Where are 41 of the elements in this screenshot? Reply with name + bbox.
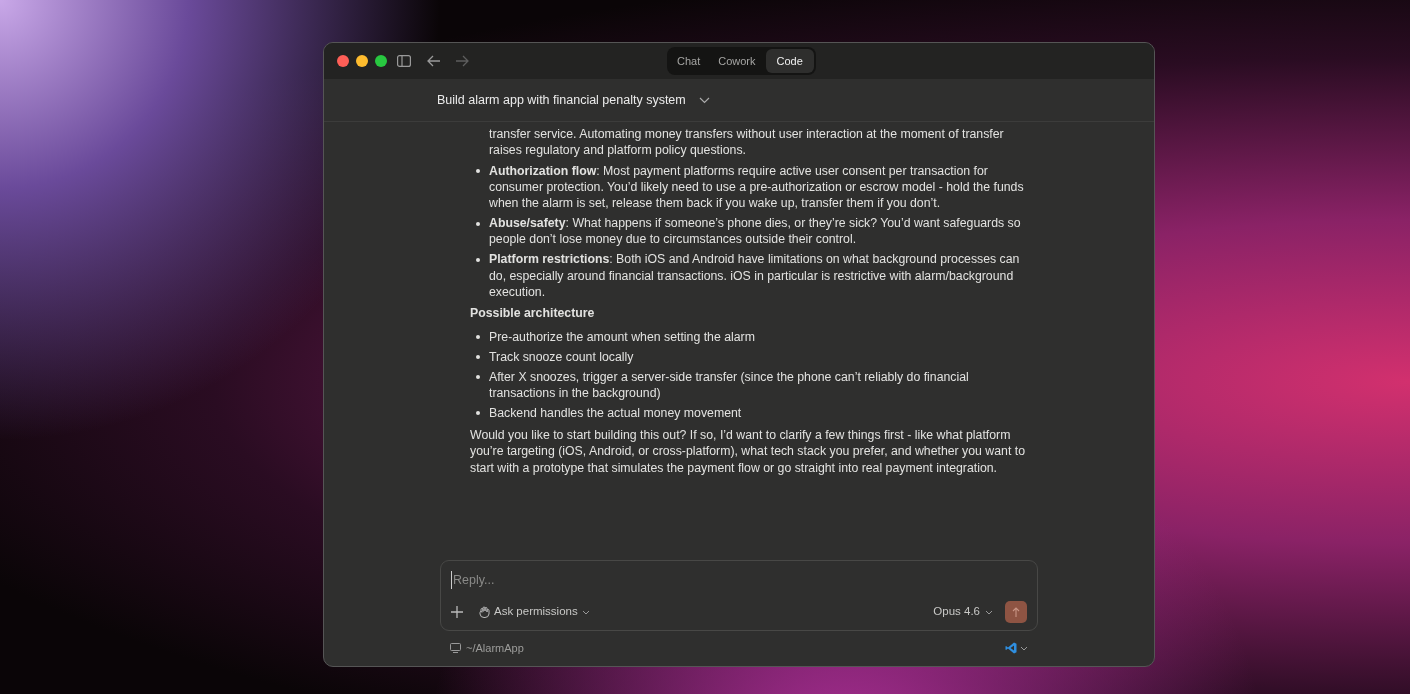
list-item-text: Pre-authorize the amount when setting the alarm	[489, 328, 755, 345]
model-dropdown[interactable]: Opus 4.6	[933, 603, 993, 621]
section-heading: Possible architecture	[470, 305, 596, 322]
bullet-icon	[476, 221, 480, 226]
send-button[interactable]	[1005, 601, 1027, 623]
hand-icon	[479, 606, 490, 618]
bullet-icon	[476, 169, 480, 174]
list-item-text: After X snoozes, trigger a server-side transfer (since the phone can’t reliably do financial transactions in the background)	[489, 368, 970, 402]
list-item-text: Authorization flow: Most payment platforms require active user consent per transaction for consumer protection. You’d likely need to use a pre-authorization or escrow model - hold the funds when the alarm is set, release them back if you wake up, transfer them if you don’t.	[489, 162, 1025, 212]
mode-tab[interactable]: Code	[765, 49, 814, 73]
permissions-dropdown[interactable]: Ask permissions	[479, 603, 590, 621]
list-item-text: transfer service. Automating money transfers without user interaction at the moment of transfer raises regulatory and platform policy questions.	[488, 126, 1005, 159]
list-item-text: Abuse/safety: What happens if someone’s phone dies, or they’re sick? You’d want safeguards so people don’t lose money due to circumstances outside their control.	[489, 215, 1022, 248]
back-arrow-icon[interactable]	[427, 55, 441, 67]
project-path[interactable]: ~/AlarmApp	[466, 639, 524, 657]
bullet-icon	[476, 411, 480, 416]
arrow-up-icon	[1012, 607, 1020, 617]
minimize-button[interactable]	[356, 55, 368, 67]
list-item-text: Track snooze count locally	[489, 348, 634, 365]
close-button[interactable]	[337, 55, 349, 67]
chevron-down-icon[interactable]	[698, 96, 710, 104]
mode-tab[interactable]: Cowork	[710, 49, 764, 73]
list-item-text: Backend handles the actual money movement	[489, 404, 742, 422]
code-editor-icon[interactable]	[1005, 642, 1017, 654]
mode-tab[interactable]: Chat	[669, 49, 709, 73]
sidebar-toggle-icon[interactable]	[397, 55, 411, 67]
message-paragraph: Would you like to start building this out? If so, I’d want to clarify a few things first - like what platform you’re targeting (iOS, Android, or cross-platform), what tech stack you prefer, and whether you want to start with a prototype that simulates the payment flow or go straight into real payment integration.	[470, 427, 1026, 477]
bullet-icon	[476, 257, 480, 262]
bullet-icon	[476, 375, 480, 380]
chevron-down-icon[interactable]	[1020, 645, 1028, 651]
reply-input-field[interactable]: Reply...	[451, 571, 1027, 589]
plus-icon[interactable]	[451, 606, 463, 618]
conversation-title[interactable]: Build alarm app with financial penalty system	[437, 90, 686, 110]
zoom-button[interactable]	[375, 55, 387, 67]
monitor-icon	[450, 643, 461, 653]
bullet-icon	[476, 335, 480, 340]
chevron-down-icon	[985, 609, 993, 615]
list-item-text: Platform restrictions: Both iOS and Android have limitations on what background processes can do, especially around financial transactions. iOS in particular is restrictive with alarm/background execution.	[489, 251, 1021, 301]
chevron-down-icon	[581, 609, 590, 615]
bullet-icon	[476, 355, 480, 360]
forward-arrow-icon[interactable]	[455, 55, 469, 67]
